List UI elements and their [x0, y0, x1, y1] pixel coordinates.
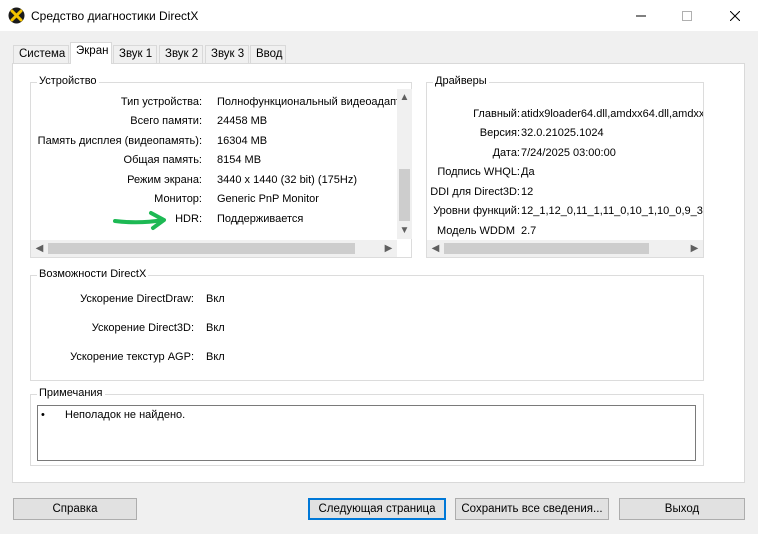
next-page-button-label: Следующая страница [318, 503, 436, 515]
title-bar: Средство диагностики DirectX [0, 0, 758, 31]
driver-value: Да [521, 166, 535, 178]
driver-value: atidx9loader64.dll,amdxx64.dll,amdxx64.d… [521, 108, 703, 120]
notes-title: Примечания [37, 387, 105, 399]
directx-features-group: Возможности DirectX Ускорение DirectDraw… [30, 268, 704, 381]
scroll-right-icon[interactable]: ▶ [686, 240, 703, 257]
device-value: 16304 MB [217, 135, 268, 147]
driver-label: Подпись WHQL: [437, 166, 520, 178]
tab-sound-3[interactable]: Звук 3 [205, 45, 249, 64]
minimize-icon [636, 15, 646, 16]
device-label: Всего памяти: [130, 115, 202, 127]
minimize-button[interactable] [618, 0, 664, 31]
feature-value: Вкл [206, 293, 225, 305]
feature-label: Ускорение DirectDraw: [80, 293, 194, 305]
directx-features-title: Возможности DirectX [37, 268, 149, 280]
annotation-arrow-icon [113, 211, 166, 230]
tab-label: Система [19, 48, 66, 60]
device-value: 8154 MB [217, 154, 262, 166]
driver-value: 7/24/2025 03:00:00 [521, 147, 616, 159]
tab-label: Звук 1 [119, 48, 153, 60]
tab-display[interactable]: Экран [70, 42, 112, 64]
driver-label: Дата: [492, 147, 520, 159]
driver-label: Главный: [473, 108, 520, 120]
exit-button-label: Выход [664, 503, 700, 515]
close-button[interactable] [712, 0, 758, 31]
driver-value: 12_1,12_0,11_1,11_0,10_1,10_0,9_3 [521, 205, 703, 217]
scroll-right-icon[interactable]: ▶ [380, 240, 397, 257]
device-vertical-scrollbar[interactable]: ▲ ▼ [397, 89, 412, 239]
tab-label: Звук 2 [165, 48, 199, 60]
driver-label: Модель WDDM [437, 225, 515, 237]
tab-label: Ввод [256, 48, 283, 60]
scrollbar-thumb[interactable] [444, 243, 649, 254]
device-value: 3440 x 1440 (32 bit) (175Hz) [217, 174, 358, 186]
device-label: Память дисплея (видеопамять): [37, 135, 202, 147]
tab-label: Экран [76, 45, 109, 57]
scroll-left-icon[interactable]: ◀ [427, 240, 444, 257]
save-all-button[interactable]: Сохранить все сведения... [455, 498, 609, 520]
device-group-title: Устройство [37, 75, 99, 87]
tab-input[interactable]: Ввод [250, 45, 286, 64]
tab-label: Звук 3 [211, 48, 245, 60]
tab-system[interactable]: Система [13, 45, 69, 64]
close-icon [730, 10, 740, 21]
scroll-down-icon[interactable]: ▼ [396, 222, 413, 239]
device-group: Устройство Тип устройства: Полнофункцион… [30, 75, 412, 258]
device-value: Полнофункциональный видеоадаптер [217, 96, 397, 108]
device-value: Поддерживается [217, 213, 304, 225]
save-all-button-label: Сохранить все сведения... [461, 503, 603, 515]
help-button-label: Справка [52, 503, 98, 515]
feature-label: Ускорение текстур AGP: [70, 351, 194, 363]
feature-label: Ускорение Direct3D: [91, 322, 194, 334]
maximize-button[interactable] [664, 0, 710, 31]
device-value: 24458 MB [217, 115, 268, 127]
driver-label: DDI для Direct3D: [430, 186, 520, 198]
scroll-left-icon[interactable]: ◀ [31, 240, 48, 257]
scroll-up-icon[interactable]: ▲ [396, 89, 413, 106]
notes-item-text: Неполадок не найдено. [65, 409, 186, 421]
driver-label: Версия: [479, 127, 520, 139]
device-label: Общая память: [123, 154, 202, 166]
maximize-icon [682, 10, 692, 21]
drivers-horizontal-scrollbar[interactable]: ◀ ▶ [427, 240, 703, 257]
driver-value: 32.0.21025.1024 [521, 127, 604, 139]
device-horizontal-scrollbar[interactable]: ◀ ▶ [31, 240, 397, 257]
device-label: Монитор: [154, 193, 202, 205]
directx-icon [8, 7, 25, 24]
tab-sound-2[interactable]: Звук 2 [159, 45, 203, 64]
device-label: Тип устройства: [120, 96, 202, 108]
driver-label: Уровни функций: [433, 205, 520, 217]
notes-item: • Неполадок не найдено. [41, 409, 185, 421]
driver-value: 2.7 [521, 225, 537, 237]
notes-group: Примечания • Неполадок не найдено. [30, 387, 704, 466]
device-label: Режим экрана: [127, 174, 202, 186]
help-button[interactable]: Справка [13, 498, 137, 520]
scrollbar-thumb[interactable] [48, 243, 355, 254]
driver-value: 12 [521, 186, 534, 198]
scrollbar-thumb[interactable] [399, 169, 410, 221]
device-value: Generic PnP Monitor [217, 193, 319, 205]
drivers-group: Драйверы Главный: atidx9loader64.dll,amd… [426, 75, 704, 258]
notes-textbox[interactable]: • Неполадок не найдено. [37, 405, 696, 461]
feature-value: Вкл [206, 322, 225, 334]
feature-value: Вкл [206, 351, 225, 363]
window-title: Средство диагностики DirectX [31, 9, 199, 23]
bullet-icon: • [41, 409, 45, 421]
next-page-button[interactable]: Следующая страница [308, 498, 446, 520]
display-tab-panel: Устройство Тип устройства: Полнофункцион… [12, 63, 745, 483]
exit-button[interactable]: Выход [619, 498, 745, 520]
tab-sound-1[interactable]: Звук 1 [113, 45, 157, 64]
drivers-group-title: Драйверы [433, 75, 489, 87]
